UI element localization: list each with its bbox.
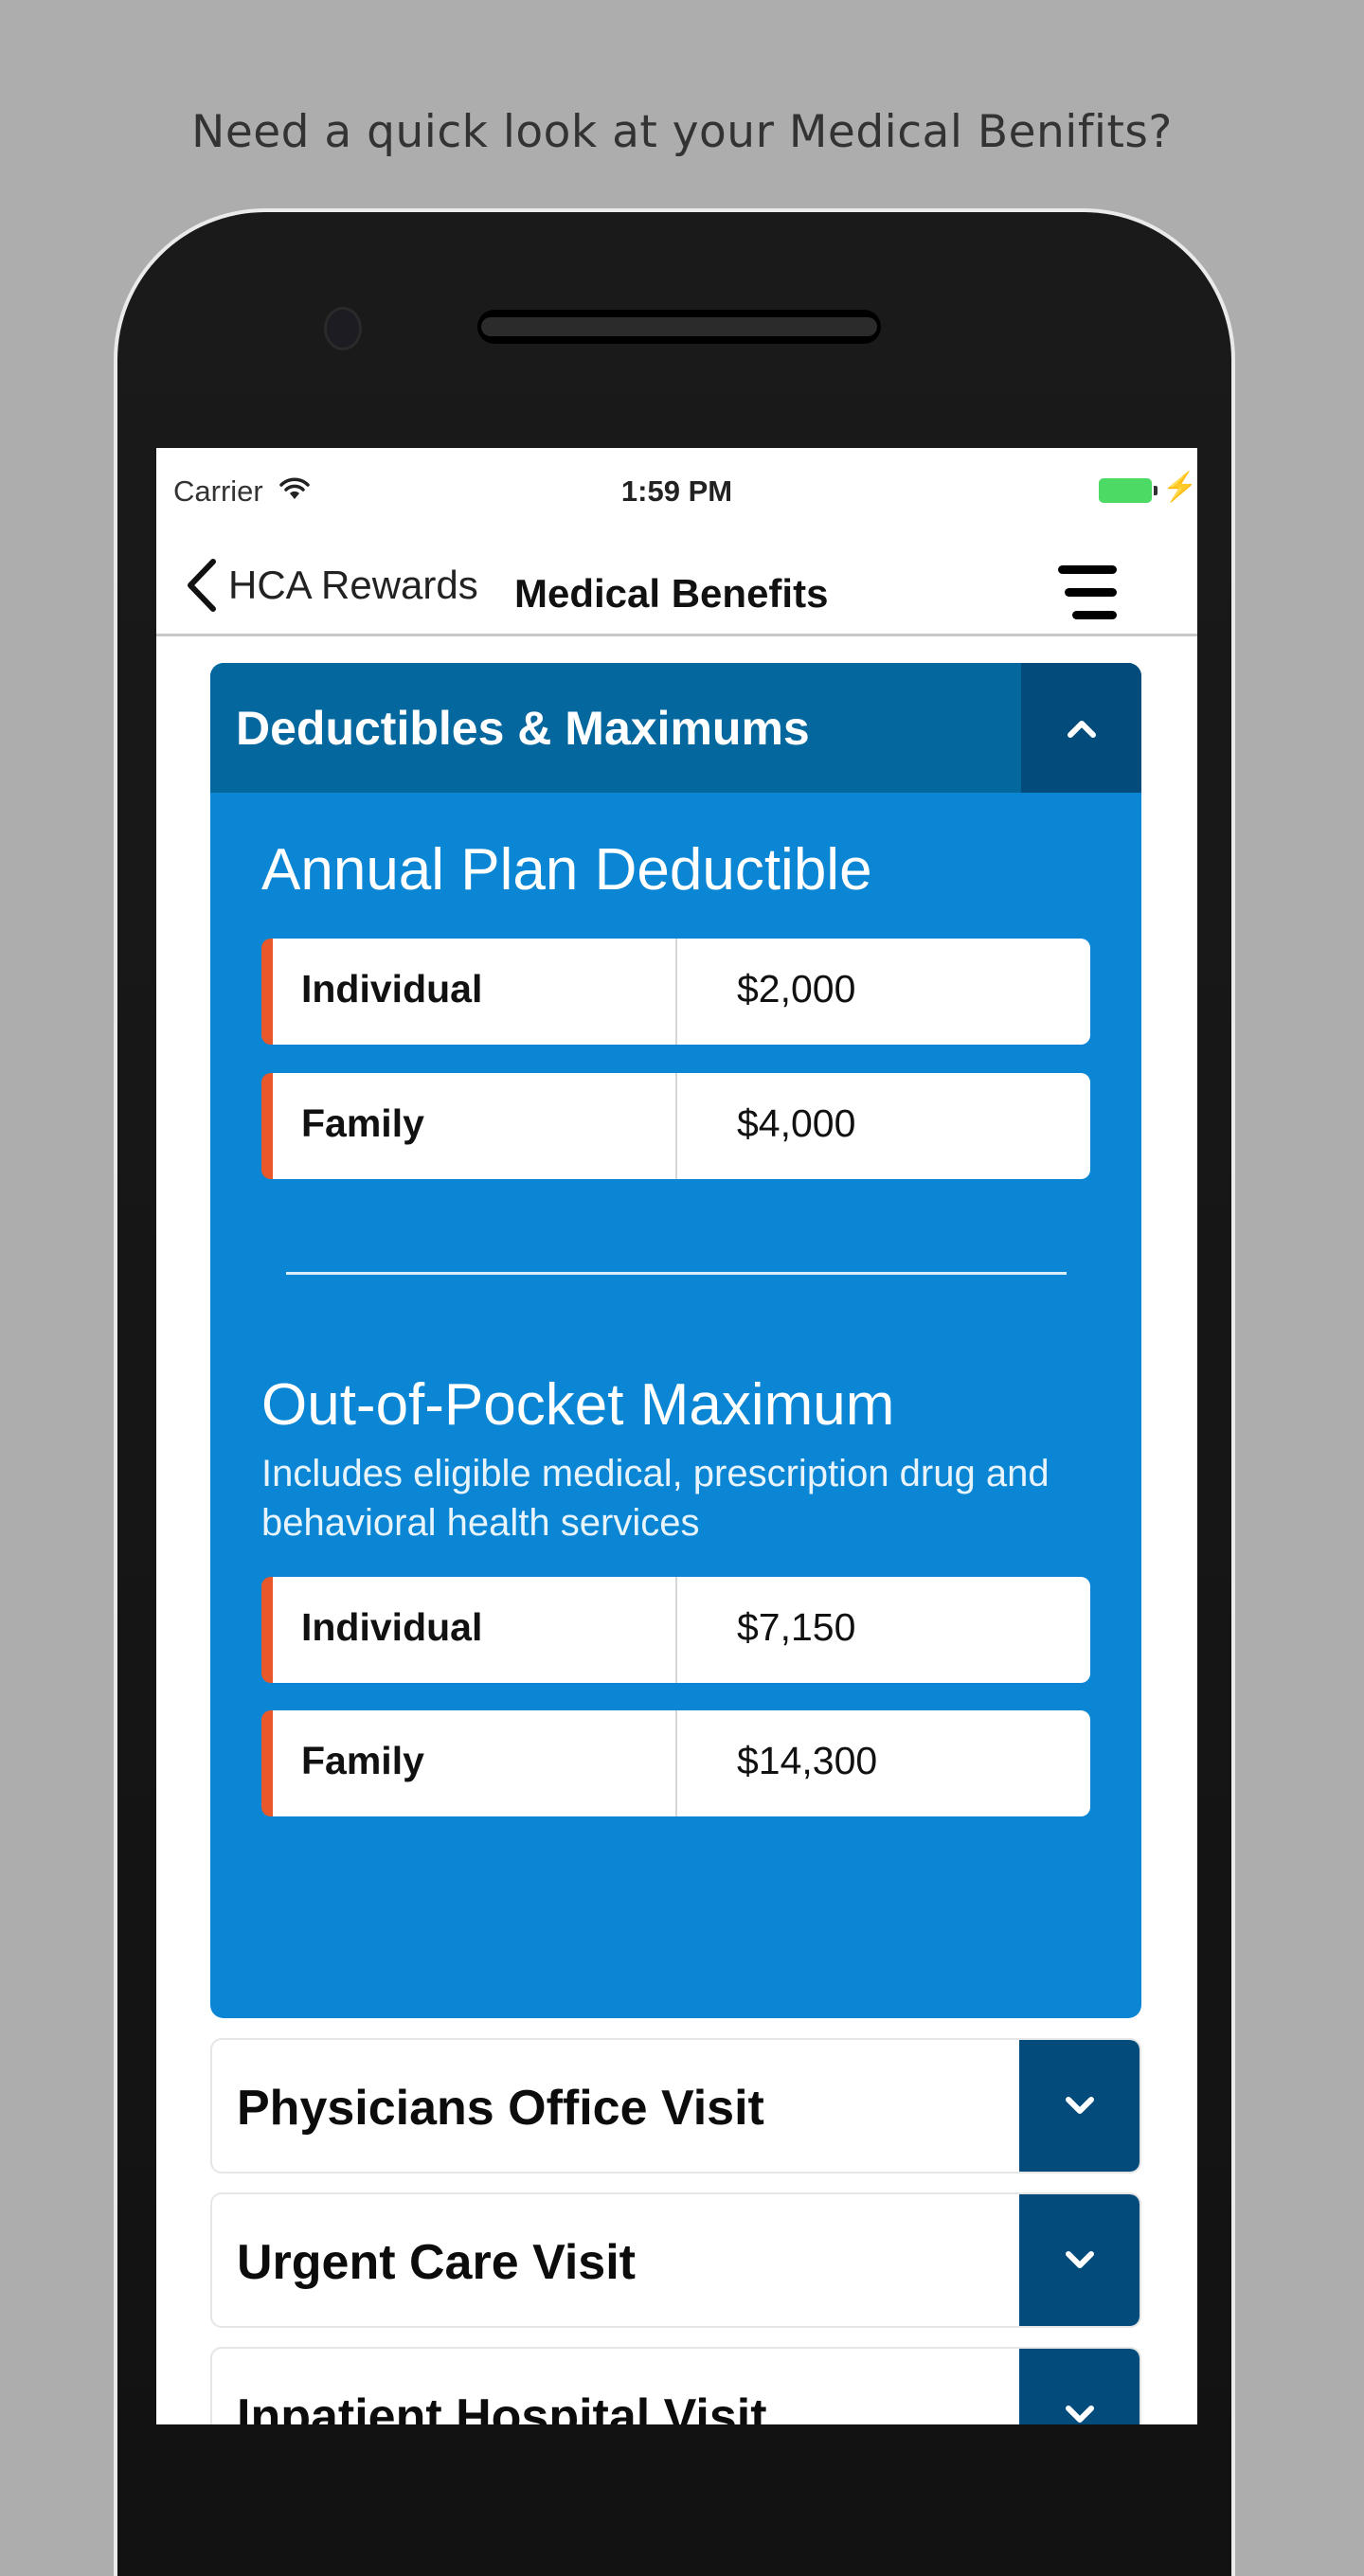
accordion-urgent-care-visit[interactable]: Urgent Care Visit bbox=[210, 2192, 1141, 2328]
collapse-toggle[interactable] bbox=[1021, 663, 1141, 793]
column-divider bbox=[675, 1710, 677, 1816]
expand-toggle[interactable] bbox=[1019, 2349, 1140, 2424]
hamburger-menu-icon bbox=[1058, 565, 1117, 574]
table-row: Family $4,000 bbox=[261, 1073, 1090, 1179]
charging-bolt-icon: ⚡ bbox=[1162, 472, 1197, 503]
section-title: Annual Plan Deductible bbox=[261, 837, 872, 903]
row-label: Individual bbox=[301, 967, 483, 1011]
row-value: $4,000 bbox=[737, 1101, 856, 1145]
accordion-header[interactable]: Deductibles & Maximums bbox=[210, 663, 1141, 793]
menu-button[interactable] bbox=[1054, 560, 1117, 622]
column-divider bbox=[675, 1577, 677, 1683]
row-value: $2,000 bbox=[737, 967, 856, 1011]
chevron-up-icon bbox=[1067, 720, 1096, 738]
accordion-inpatient-hospital-visit[interactable]: Inpatient Hospital Visit bbox=[210, 2347, 1141, 2424]
accordion-title: Deductibles & Maximums bbox=[236, 702, 810, 755]
chevron-down-icon bbox=[1065, 2096, 1094, 2114]
section-subtitle: Includes eligible medical, prescription … bbox=[261, 1453, 1050, 1544]
section-title: Out-of-Pocket Maximum bbox=[261, 1372, 895, 1438]
hamburger-line bbox=[1072, 611, 1117, 619]
promo-caption: Need a quick look at your Medical Benifi… bbox=[191, 106, 1173, 158]
earpiece-speaker bbox=[477, 310, 881, 344]
navigation-bar: HCA Rewards Medical Benefits bbox=[156, 533, 1197, 636]
accordion-physicians-office-visit[interactable]: Physicians Office Visit bbox=[210, 2038, 1141, 2174]
table-row: Individual $2,000 bbox=[261, 939, 1090, 1045]
status-time: 1:59 PM bbox=[620, 474, 733, 508]
row-label: Family bbox=[301, 1739, 424, 1782]
accordion-title: Urgent Care Visit bbox=[237, 2235, 636, 2290]
accordion-deductibles-maximums: Deductibles & Maximums Annual Plan Deduc… bbox=[210, 663, 1141, 2018]
battery-icon bbox=[1099, 478, 1152, 503]
column-divider bbox=[675, 939, 677, 1045]
chevron-down-icon bbox=[1065, 2405, 1094, 2423]
page-title: Medical Benefits bbox=[514, 571, 829, 616]
back-button[interactable]: HCA Rewards bbox=[183, 552, 478, 618]
section-divider bbox=[286, 1272, 1067, 1275]
chevron-down-icon bbox=[1065, 2250, 1094, 2268]
front-camera-icon bbox=[324, 307, 362, 350]
table-row: Individual $7,150 bbox=[261, 1577, 1090, 1683]
column-divider bbox=[675, 1073, 677, 1179]
row-value: $7,150 bbox=[737, 1605, 856, 1649]
chevron-left-icon bbox=[188, 559, 216, 612]
table-row: Family $14,300 bbox=[261, 1710, 1090, 1816]
row-label: Family bbox=[301, 1101, 424, 1145]
app-screen: Carrier 1:59 PM ⚡ HCA Rewards Medical Be… bbox=[156, 448, 1197, 2424]
row-value: $14,300 bbox=[737, 1739, 878, 1782]
row-label: Individual bbox=[301, 1605, 483, 1649]
expand-toggle[interactable] bbox=[1019, 2194, 1140, 2326]
accordion-title: Inpatient Hospital Visit bbox=[237, 2389, 767, 2424]
accordion-title: Physicians Office Visit bbox=[237, 2081, 764, 2136]
back-button-label: HCA Rewards bbox=[228, 563, 478, 607]
expand-toggle[interactable] bbox=[1019, 2040, 1140, 2172]
hamburger-line bbox=[1065, 588, 1117, 597]
status-bar: Carrier 1:59 PM ⚡ bbox=[156, 448, 1197, 533]
battery-tip bbox=[1154, 486, 1158, 495]
